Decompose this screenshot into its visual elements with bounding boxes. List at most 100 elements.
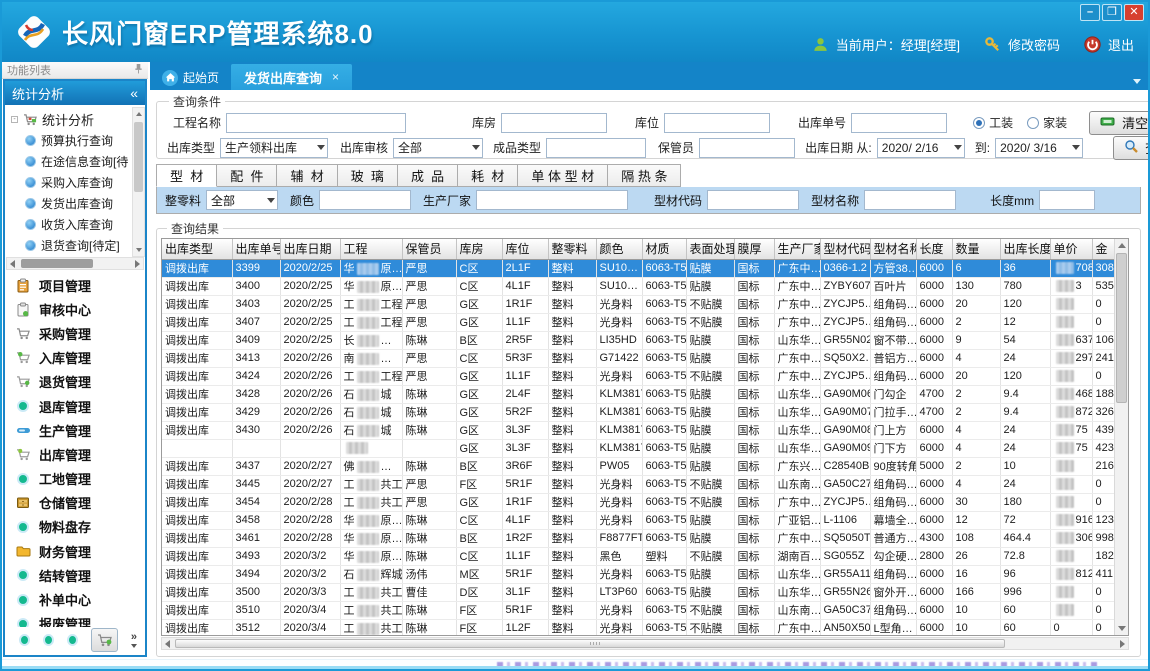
tab-home[interactable]: 起始页	[150, 65, 231, 90]
table-row[interactable]: 调拨出库34282020/2/26石城陈琳G区2L4F整料KLM38176063…	[162, 385, 1114, 403]
tab-close-icon[interactable]: ×	[332, 70, 339, 84]
column-header[interactable]: 库房	[456, 239, 502, 259]
warehouse-input[interactable]	[501, 113, 607, 133]
sidebar-item[interactable]: 审核中心	[5, 297, 145, 321]
material-tab[interactable]: 成 品	[398, 164, 458, 187]
sidebar-item[interactable]: 工地管理	[5, 467, 145, 491]
column-header[interactable]: 生产厂家	[774, 239, 820, 259]
tree-horizontal-scrollbar[interactable]	[6, 257, 144, 270]
column-header[interactable]: 保管员	[402, 239, 456, 259]
table-row[interactable]: 调拨出库34582020/2/28华原…陈琳C区4L1F整料光身料6063-T5…	[162, 511, 1114, 529]
tree-item[interactable]: 收货入库查询	[11, 214, 131, 235]
maximize-button[interactable]: ❐	[1102, 4, 1122, 21]
column-header[interactable]: 长度	[916, 239, 952, 259]
tree-item[interactable]: 发货出库查询	[11, 193, 131, 214]
tree-root[interactable]: - 统计分析	[11, 109, 131, 130]
sidebar-item[interactable]: 生产管理	[5, 418, 145, 442]
table-row[interactable]: 调拨出库34242020/2/26工工程严思G区1L1F整料光身料6063-T5…	[162, 367, 1114, 385]
minimize-button[interactable]: –	[1080, 4, 1100, 21]
tree-vertical-scrollbar[interactable]	[132, 107, 145, 257]
column-header[interactable]: 出库长度	[1000, 239, 1050, 259]
table-row[interactable]: 调拨出库34612020/2/28华原…陈琳B区1R2F整料F8877FT606…	[162, 529, 1114, 547]
material-tab[interactable]: 辅 材	[277, 164, 337, 187]
whole-part-select[interactable]: 全部	[206, 190, 278, 210]
table-row[interactable]: 调拨出库34132020/2/26南…严思C区5R3F整料G714226063-…	[162, 349, 1114, 367]
table-row[interactable]: G区3L3F整料KLM38176063-T5贴膜国标山东华…GA90M09.门下…	[162, 439, 1114, 457]
length-input[interactable]	[1039, 190, 1095, 210]
profile-name-input[interactable]	[864, 190, 956, 210]
more-button[interactable]: »	[131, 633, 137, 648]
column-header[interactable]: 出库单号	[232, 239, 280, 259]
location-input[interactable]	[664, 113, 770, 133]
table-row[interactable]: 调拨出库34002020/2/25华原…严思C区4L1F整料SU10…6063-…	[162, 277, 1114, 295]
column-header[interactable]: 材质	[642, 239, 686, 259]
sidebar-item[interactable]: 结转管理	[5, 563, 145, 587]
column-header[interactable]: 工程	[340, 239, 402, 259]
tree-item[interactable]: 预算执行查询	[11, 130, 131, 151]
column-header[interactable]: 膜厚	[734, 239, 774, 259]
table-row[interactable]: 调拨出库34032020/2/25工工程严思G区1R1F整料光身料6063-T5…	[162, 295, 1114, 313]
column-header[interactable]: 表面处理	[686, 239, 734, 259]
material-tab[interactable]: 配 件	[217, 164, 277, 187]
search-button[interactable]: 查 询	[1113, 136, 1150, 160]
manufacturer-input[interactable]	[476, 190, 628, 210]
tree-item[interactable]: 退货查询[待定]	[11, 235, 131, 256]
pin-icon[interactable]	[134, 63, 143, 77]
table-row[interactable]: 调拨出库34292020/2/26石城陈琳G区5R2F整料KLM38176063…	[162, 403, 1114, 421]
material-tab[interactable]: 耗 材	[458, 164, 518, 187]
sidebar-item[interactable]: 仓储管理	[5, 491, 145, 515]
table-row[interactable]: 调拨出库34092020/2/25长…陈琳B区2R5F整料LI35HD6063-…	[162, 331, 1114, 349]
table-row[interactable]: 调拨出库34302020/2/26石城陈琳G区3L3F整料KLM38176063…	[162, 421, 1114, 439]
date-from-picker[interactable]: 2020/ 2/16	[877, 138, 965, 158]
table-row[interactable]: 调拨出库33992020/2/25华原…严思C区2L1F整料SU10…6063-…	[162, 259, 1114, 277]
profile-code-input[interactable]	[707, 190, 799, 210]
table-row[interactable]: 调拨出库34452020/2/27工共工程严思F区5R1F整料光身料6063-T…	[162, 475, 1114, 493]
dot-icon[interactable]	[19, 634, 30, 646]
product-type-input[interactable]	[546, 138, 646, 158]
column-header[interactable]: 出库类型	[162, 239, 232, 259]
clear-conditions-button[interactable]: 清空条件	[1089, 111, 1150, 135]
worksuit-radio[interactable]	[973, 117, 985, 129]
column-header[interactable]: 库位	[502, 239, 548, 259]
material-tab[interactable]: 玻 璃	[338, 164, 398, 187]
tab-list-caret-icon[interactable]	[1133, 79, 1141, 84]
grid-horizontal-scrollbar[interactable]	[161, 637, 1129, 650]
column-header[interactable]: 金	[1092, 239, 1114, 259]
order-no-input[interactable]	[851, 113, 947, 133]
dot-icon[interactable]	[67, 634, 78, 646]
sidebar-item[interactable]: 财务管理	[5, 539, 145, 563]
sidebar-item[interactable]: 出库管理	[5, 442, 145, 466]
cart-button[interactable]	[91, 628, 118, 652]
table-row[interactable]: 调拨出库34372020/2/27佛…陈琳B区3R6F整料PW056063-T5…	[162, 457, 1114, 475]
sidebar-item[interactable]: 报废管理	[5, 612, 145, 627]
column-header[interactable]: 出库日期	[280, 239, 340, 259]
sidebar-item[interactable]: 物料盘存	[5, 515, 145, 539]
column-header[interactable]: 数量	[952, 239, 1000, 259]
color-input[interactable]	[319, 190, 411, 210]
table-row[interactable]: 调拨出库35122020/3/4工共工程陈琳F区1L2F整料光身料6063-T5…	[162, 619, 1114, 636]
tree-expander-icon[interactable]: -	[11, 116, 18, 123]
homesuit-radio[interactable]	[1027, 117, 1039, 129]
logout-link[interactable]: 退出	[1108, 35, 1134, 54]
grid-vertical-scrollbar[interactable]	[1114, 239, 1128, 635]
material-tab[interactable]: 型 材	[156, 164, 217, 187]
column-header[interactable]: 型材代码	[820, 239, 870, 259]
outbound-audit-select[interactable]: 全部	[393, 138, 483, 158]
outbound-type-select[interactable]: 生产领料出库	[220, 138, 328, 158]
collapse-icon[interactable]: «	[130, 85, 138, 101]
project-name-input[interactable]	[226, 113, 406, 133]
column-header[interactable]: 单价	[1050, 239, 1092, 259]
table-row[interactable]: 调拨出库34932020/3/2华原…陈琳C区1L1F整料黑色塑料不贴膜国标湖南…	[162, 547, 1114, 565]
column-header[interactable]: 整零料	[548, 239, 596, 259]
tab-shipping-outbound-query[interactable]: 发货出库查询 ×	[231, 64, 352, 90]
date-to-picker[interactable]: 2020/ 3/16	[995, 138, 1083, 158]
change-password-link[interactable]: 修改密码	[1008, 35, 1060, 54]
sidebar-item[interactable]: 项目管理	[5, 273, 145, 297]
dot-icon[interactable]	[43, 634, 54, 646]
sidebar-item[interactable]: 补单中心	[5, 587, 145, 611]
tree-item[interactable]: 在途信息查询[待	[11, 151, 131, 172]
table-row[interactable]: 调拨出库35102020/3/4工共工程陈琳F区5R1F整料光身料6063-T5…	[162, 601, 1114, 619]
sidebar-item[interactable]: 退库管理	[5, 394, 145, 418]
tree-item[interactable]: 采购入库查询	[11, 172, 131, 193]
keeper-input[interactable]	[699, 138, 795, 158]
